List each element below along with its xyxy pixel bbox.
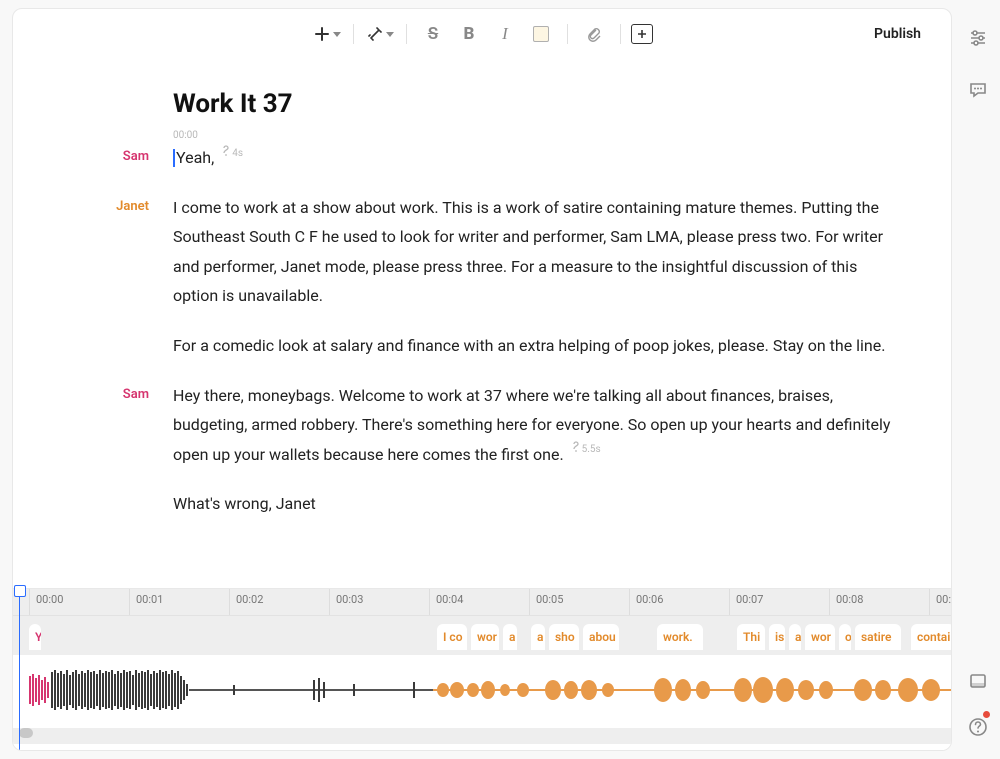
word-pill[interactable]: contain bbox=[911, 624, 952, 650]
bold-button[interactable]: B bbox=[453, 18, 485, 50]
chevron-down-icon bbox=[333, 32, 341, 37]
playhead[interactable] bbox=[19, 589, 20, 750]
right-rail bbox=[956, 0, 1000, 759]
comment-plus-icon bbox=[637, 29, 647, 39]
word-pill[interactable]: abou bbox=[583, 624, 619, 650]
pause-icon bbox=[222, 145, 230, 157]
word-pill[interactable]: wor bbox=[471, 624, 499, 650]
transcript-word[interactable]: Yeah, bbox=[176, 148, 214, 167]
ruler-tick: 00:07 bbox=[729, 589, 829, 615]
waveform bbox=[13, 655, 952, 725]
word-pill[interactable]: sho bbox=[549, 624, 579, 650]
pause-marker[interactable]: 4s bbox=[222, 145, 243, 164]
word-pill[interactable]: a bbox=[503, 624, 517, 650]
toolbar-separator bbox=[353, 24, 354, 44]
comment-icon bbox=[969, 81, 987, 99]
ruler-tick: 00:00 bbox=[29, 589, 129, 615]
word-pill[interactable]: a bbox=[531, 624, 545, 650]
bold-icon: B bbox=[464, 24, 475, 44]
timeline-ruler[interactable]: 00:00 00:01 00:02 00:03 00:04 00:05 00:0… bbox=[13, 589, 951, 615]
word-pill[interactable]: is bbox=[769, 624, 785, 650]
sliders-icon bbox=[969, 29, 987, 47]
ruler-tick: 00:03 bbox=[329, 589, 429, 615]
transcript-text[interactable]: 00:00 Yeah, 4s bbox=[173, 143, 891, 173]
ruler-tick: 00:05 bbox=[529, 589, 629, 615]
editor-panel: S B I Publish Work It 37 bbox=[12, 8, 952, 751]
ruler-tick: 00:02 bbox=[229, 589, 329, 615]
italic-button[interactable]: I bbox=[489, 18, 521, 50]
help-icon bbox=[968, 717, 988, 737]
speaker-label-sam[interactable]: Sam bbox=[123, 387, 149, 402]
speaker-column: Sam bbox=[73, 143, 173, 173]
word-track[interactable]: Y I co wor a a sho abou work. Thi is a w… bbox=[13, 615, 951, 655]
notification-dot bbox=[983, 711, 990, 718]
transcript-row: Janet I come to work at a show about wor… bbox=[73, 193, 891, 361]
speaker-column: Sam bbox=[73, 381, 173, 519]
transcript-text[interactable]: I come to work at a show about work. Thi… bbox=[173, 193, 891, 361]
timeline-scrollbar[interactable] bbox=[13, 728, 951, 744]
transcript-paragraph[interactable]: Hey there, moneybags. Welcome to work at… bbox=[173, 381, 891, 470]
toolbar-separator bbox=[620, 24, 621, 44]
speaker-label-sam[interactable]: Sam bbox=[123, 149, 149, 164]
script-button[interactable] bbox=[364, 18, 396, 50]
transcript-paragraph[interactable]: What's wrong, Janet bbox=[173, 489, 891, 519]
panel-icon bbox=[969, 672, 987, 690]
toolbar-separator bbox=[567, 24, 568, 44]
pause-duration: 4s bbox=[232, 145, 243, 164]
transcript-paragraph[interactable]: For a comedic look at salary and finance… bbox=[173, 331, 891, 361]
pause-icon bbox=[572, 441, 580, 453]
italic-icon: I bbox=[502, 24, 508, 44]
paperclip-icon bbox=[586, 26, 602, 42]
word-pill[interactable]: a bbox=[789, 624, 801, 650]
word-pill[interactable]: satire bbox=[855, 624, 901, 650]
toolbar-separator bbox=[406, 24, 407, 44]
strikethrough-icon: S bbox=[428, 24, 438, 44]
add-button[interactable] bbox=[311, 18, 343, 50]
strikethrough-button[interactable]: S bbox=[417, 18, 449, 50]
plus-icon bbox=[314, 26, 330, 42]
text-cursor bbox=[173, 149, 175, 167]
right-rail-bottom bbox=[956, 667, 1000, 741]
properties-button[interactable] bbox=[964, 24, 992, 52]
word-pill[interactable]: work. bbox=[657, 624, 703, 650]
panel-toggle-button[interactable] bbox=[964, 667, 992, 695]
word-timestamp: 00:00 bbox=[173, 127, 198, 146]
speaker-column: Janet bbox=[73, 193, 173, 361]
word-pill[interactable]: wor bbox=[805, 624, 835, 650]
toolbar: S B I Publish bbox=[13, 9, 951, 59]
comments-button[interactable] bbox=[964, 76, 992, 104]
ruler-tick: 00: bbox=[929, 589, 952, 615]
ruler-tick: 00:01 bbox=[129, 589, 229, 615]
help-button[interactable] bbox=[964, 713, 992, 741]
speaker-label-janet[interactable]: Janet bbox=[116, 199, 149, 214]
waveform-track[interactable] bbox=[13, 655, 951, 725]
word-pill[interactable]: o bbox=[839, 624, 851, 650]
ruler-tick: 00:08 bbox=[829, 589, 929, 615]
word-pill[interactable]: I co bbox=[437, 624, 467, 650]
word-pill[interactable]: Y bbox=[29, 624, 41, 650]
ruler-tick: 00:06 bbox=[629, 589, 729, 615]
pause-duration: 5.5s bbox=[582, 441, 601, 460]
scrollbar-thumb[interactable] bbox=[19, 728, 33, 738]
ruler-tick: 00:04 bbox=[429, 589, 529, 615]
transcript-content: Work It 37 Sam 00:00 Yeah, 4s Janet I co… bbox=[13, 59, 951, 588]
document-title[interactable]: Work It 37 bbox=[173, 89, 891, 119]
timeline: 00:00 00:01 00:02 00:03 00:04 00:05 00:0… bbox=[13, 588, 951, 750]
color-swatch-icon bbox=[533, 26, 549, 42]
wand-icon bbox=[367, 26, 383, 42]
transcript-row: Sam 00:00 Yeah, 4s bbox=[73, 143, 891, 173]
transcript-row: Sam Hey there, moneybags. Welcome to wor… bbox=[73, 381, 891, 519]
pause-marker[interactable]: 5.5s bbox=[572, 441, 601, 460]
highlight-color-button[interactable] bbox=[525, 18, 557, 50]
word-pill[interactable]: Thi bbox=[737, 624, 765, 650]
toolbar-center-group: S B I bbox=[311, 18, 653, 50]
transcript-paragraph[interactable]: I come to work at a show about work. Thi… bbox=[173, 193, 891, 311]
attachment-button[interactable] bbox=[578, 18, 610, 50]
publish-button[interactable]: Publish bbox=[864, 20, 931, 48]
transcript-text[interactable]: Hey there, moneybags. Welcome to work at… bbox=[173, 381, 891, 519]
insert-comment-button[interactable] bbox=[631, 24, 653, 44]
chevron-down-icon bbox=[386, 32, 394, 37]
